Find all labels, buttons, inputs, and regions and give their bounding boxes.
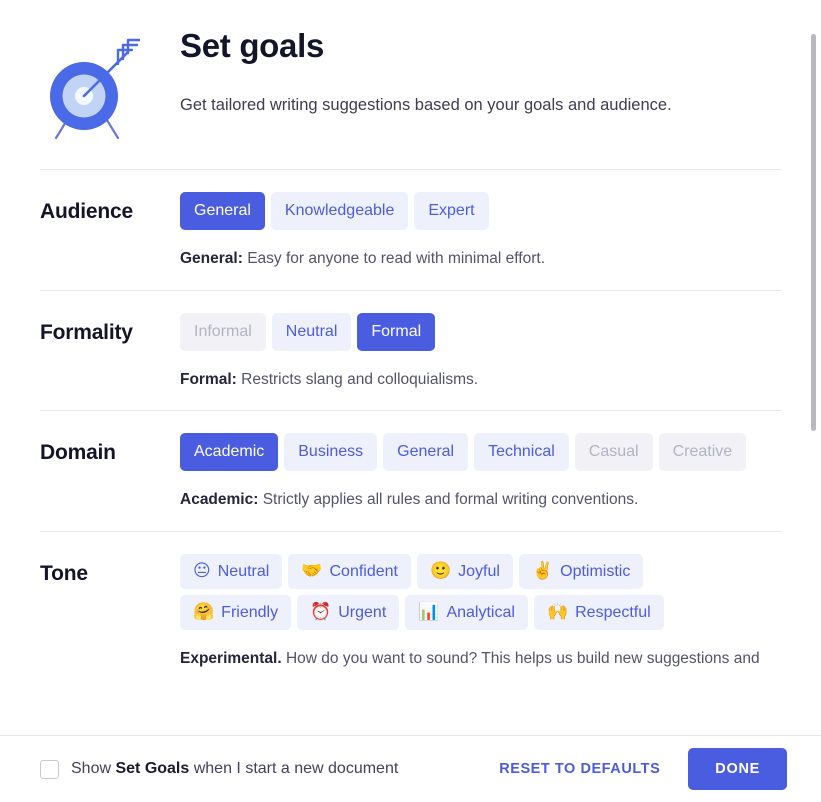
tone-option-respectful-label: Respectful (575, 603, 651, 621)
domain-option-business[interactable]: Business (284, 433, 378, 472)
tone-description-text: How do you want to sound? This helps us … (281, 650, 760, 668)
section-label-audience: Audience (40, 200, 133, 223)
vertical-scrollbar[interactable] (809, 0, 818, 735)
audience-description-label: General: (180, 250, 243, 267)
reset-to-defaults-button[interactable]: RESET TO DEFAULTS (495, 755, 664, 783)
tone-option-analytical-label: Analytical (446, 603, 515, 621)
page-subtitle: Get tailored writing suggestions based o… (180, 96, 672, 115)
settings-scroll-area: Set goals Get tailored writing suggestio… (0, 0, 821, 735)
tone-option-confident[interactable]: 🤝 Confident (288, 554, 411, 590)
tone-option-friendly[interactable]: 🤗 Friendly (180, 595, 292, 631)
set-goals-dialog: Set goals Get tailored writing suggestio… (0, 0, 821, 802)
dialog-header: Set goals Get tailored writing suggestio… (40, 0, 781, 169)
show-set-goals-checkbox[interactable] (40, 759, 59, 779)
done-button[interactable]: DONE (688, 748, 787, 790)
section-audience: Audience General Knowledgeable Expert Ge… (40, 169, 781, 290)
raising-hands-emoji: 🙌 (546, 602, 569, 623)
section-label-formality: Formality (40, 320, 133, 344)
formality-option-group: Informal Neutral Formal (180, 312, 781, 351)
tone-option-urgent-label: Urgent (338, 603, 387, 621)
alarm-clock-emoji: ⏰ (310, 602, 332, 623)
handshake-emoji: 🤝 (301, 561, 323, 582)
tone-option-confident-label: Confident (329, 562, 398, 580)
tone-option-joyful[interactable]: 🙂 Joyful (416, 554, 513, 590)
formality-option-neutral[interactable]: Neutral (271, 312, 352, 351)
domain-option-technical[interactable]: Technical (474, 433, 569, 472)
tone-option-respectful[interactable]: 🙌 Respectful (533, 595, 664, 631)
target-goal-icon (40, 28, 144, 147)
audience-option-knowledgeable[interactable]: Knowledgeable (270, 192, 409, 230)
tone-option-analytical[interactable]: 📊 Analytical (405, 595, 528, 631)
formality-description-label: Formal: (180, 370, 237, 388)
section-label-tone: Tone (40, 562, 88, 586)
section-domain: Domain Academic Business General Technic… (40, 410, 781, 531)
checkbox-text-bold: Set Goals (115, 760, 190, 777)
formality-option-formal[interactable]: Formal (357, 312, 436, 351)
tone-option-optimistic[interactable]: ✌️ Optimistic (518, 554, 644, 590)
section-tone: Tone 😐 Neutral 🤝 Confident 🙂 Joyful ✌️ O… (40, 531, 781, 690)
tone-option-joyful-label: Joyful (458, 562, 500, 580)
section-formality: Formality Informal Neutral Formal Formal… (40, 289, 781, 411)
formality-description-text: Restricts slang and colloquialisms. (236, 370, 479, 388)
audience-option-group: General Knowledgeable Expert (180, 192, 781, 230)
audience-option-expert[interactable]: Expert (414, 192, 489, 230)
victory-hand-emoji: ✌️ (531, 561, 554, 582)
slightly-smiling-face-emoji: 🙂 (429, 561, 452, 582)
domain-option-group: Academic Business General Technical Casu… (180, 433, 781, 472)
page-title: Set goals (180, 27, 325, 64)
checkbox-text-before: Show (71, 760, 116, 777)
tone-option-group-row2: 🤗 Friendly ⏰ Urgent 📊 Analytical 🙌 Respe… (180, 595, 781, 631)
domain-description-text: Strictly applies all rules and formal wr… (258, 491, 639, 509)
show-set-goals-label: Show Set Goals when I start a new docume… (71, 760, 398, 778)
neutral-face-emoji: 😐 (193, 561, 211, 582)
domain-option-creative[interactable]: Creative (658, 433, 747, 472)
tone-option-neutral-label: Neutral (217, 562, 270, 580)
tone-option-group-row1: 😐 Neutral 🤝 Confident 🙂 Joyful ✌️ Optimi… (180, 554, 781, 590)
dialog-footer: Show Set Goals when I start a new docume… (0, 735, 821, 802)
tone-option-neutral[interactable]: 😐 Neutral (180, 554, 283, 590)
tone-description-label: Experimental. (180, 650, 282, 668)
domain-description-label: Academic: (180, 491, 259, 509)
domain-description: Academic: Strictly applies all rules and… (180, 489, 781, 511)
tone-option-urgent[interactable]: ⏰ Urgent (297, 595, 400, 631)
formality-option-informal[interactable]: Informal (180, 312, 266, 351)
formality-description: Formal: Restricts slang and colloquialis… (180, 369, 781, 391)
tone-description: Experimental. How do you want to sound? … (180, 648, 781, 670)
checkbox-text-after: when I start a new document (189, 760, 399, 777)
domain-option-academic[interactable]: Academic (180, 433, 279, 472)
audience-description: General: Easy for anyone to read with mi… (180, 248, 781, 270)
domain-option-general[interactable]: General (383, 433, 469, 472)
audience-description-text: Easy for anyone to read with minimal eff… (242, 250, 545, 267)
scrollbar-thumb[interactable] (811, 34, 816, 431)
domain-option-casual[interactable]: Casual (574, 433, 653, 472)
audience-option-general[interactable]: General (180, 192, 265, 230)
tone-option-friendly-label: Friendly (221, 603, 279, 621)
tone-option-optimistic-label: Optimistic (560, 562, 631, 580)
bar-chart-emoji: 📊 (418, 602, 440, 623)
hugging-face-emoji: 🤗 (193, 602, 215, 623)
section-label-domain: Domain (40, 441, 116, 465)
